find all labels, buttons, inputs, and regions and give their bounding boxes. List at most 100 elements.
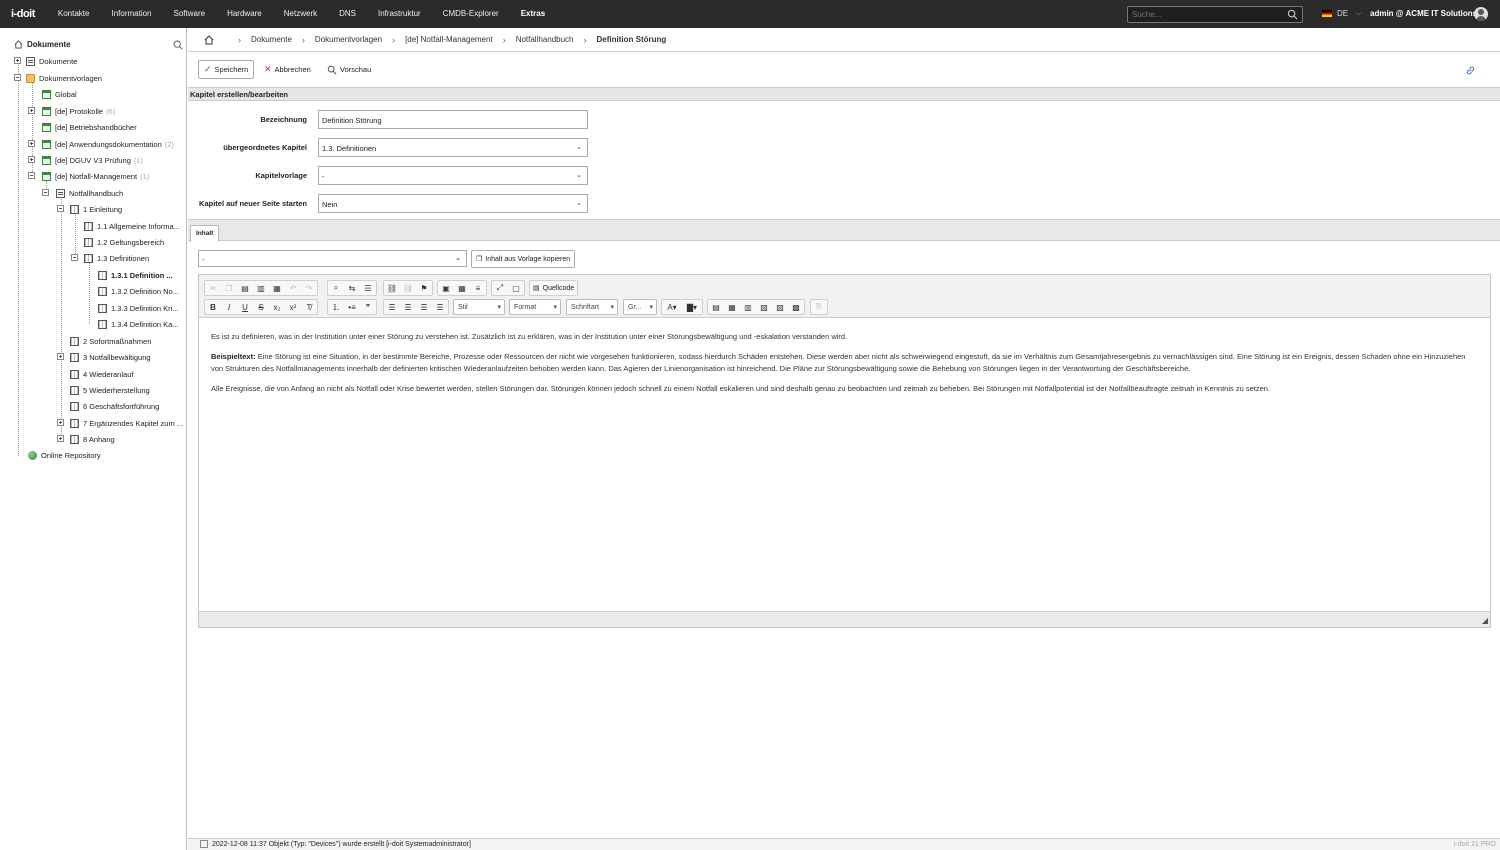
expand-icon[interactable] bbox=[28, 107, 35, 114]
save-button[interactable]: ✓ Speichern bbox=[198, 60, 255, 79]
tree-item-notfallhandbuch[interactable]: Notfallhandbuch bbox=[42, 187, 123, 199]
expand-icon[interactable] bbox=[14, 57, 21, 64]
expand-icon[interactable] bbox=[28, 140, 35, 147]
menu-item-dns[interactable]: DNS bbox=[328, 0, 367, 28]
collapse-icon[interactable] bbox=[57, 205, 64, 212]
menu-item-hardware[interactable]: Hardware bbox=[216, 0, 273, 28]
tree-item-notfallbewaeltigung[interactable]: 3 Notfallbewältigung bbox=[57, 351, 151, 363]
menu-item-kontakte[interactable]: Kontakte bbox=[47, 0, 101, 28]
tree-item-ergaenzendes-kapitel[interactable]: 7 Ergänzendes Kapitel zum ... bbox=[57, 417, 183, 429]
table-icon[interactable]: ▦ bbox=[454, 281, 470, 295]
paste-icon[interactable]: ▤ bbox=[237, 281, 253, 295]
paste-word-icon[interactable]: ▦ bbox=[269, 281, 285, 295]
blockquote-icon[interactable]: ❞ bbox=[360, 300, 376, 314]
tree-item-dokumentvorlagen[interactable]: Dokumentvorlagen bbox=[14, 72, 102, 84]
style-combo[interactable]: Stil bbox=[453, 299, 505, 315]
sidebar-title[interactable]: Dokumente bbox=[14, 40, 71, 49]
bold-icon[interactable]: B bbox=[205, 300, 221, 314]
tree-item-einleitung[interactable]: 1 Einleitung bbox=[57, 203, 122, 215]
insert-field-icon[interactable]: ▤ bbox=[708, 300, 724, 314]
tree-item-1-3-3[interactable]: 1.3.3 Definition Kri... bbox=[98, 302, 179, 314]
tree-item-geschaeftsfortfuehrung[interactable]: 6 Geschäftsfortführung bbox=[70, 400, 159, 412]
menu-item-cmdb-explorer[interactable]: CMDB-Explorer bbox=[432, 0, 510, 28]
image-icon[interactable]: ▣ bbox=[438, 281, 454, 295]
horizontal-line-icon[interactable]: ≡ bbox=[470, 281, 486, 295]
copy-icon[interactable]: ❐ bbox=[221, 281, 237, 295]
search-icon[interactable] bbox=[1287, 9, 1298, 20]
show-blocks-icon[interactable]: ▢ bbox=[508, 281, 524, 295]
superscript-icon[interactable]: x² bbox=[285, 300, 301, 314]
underline-icon[interactable]: U bbox=[237, 300, 253, 314]
unlink-icon[interactable]: ⛓ bbox=[400, 281, 416, 295]
menu-item-software[interactable]: Software bbox=[163, 0, 217, 28]
link-icon[interactable] bbox=[1465, 65, 1476, 76]
remove-format-icon[interactable]: T̸ bbox=[301, 300, 317, 314]
tree-item-1-2[interactable]: 1.2 Geltungsbereich bbox=[84, 236, 164, 248]
tree-item-1-1[interactable]: 1.1 Allgemeine Informa... bbox=[84, 220, 180, 232]
breadcrumb-dokumente[interactable]: Dokumente bbox=[251, 35, 292, 44]
insert-image-field-icon[interactable]: ▨ bbox=[772, 300, 788, 314]
numbered-list-icon[interactable]: ⒈ bbox=[328, 300, 344, 314]
source-code-button[interactable]: ▤ Quellcode bbox=[529, 280, 579, 296]
collapse-icon[interactable] bbox=[71, 254, 78, 261]
tree-item-1-3[interactable]: 1.3 Definitionen bbox=[71, 252, 149, 264]
name-input[interactable]: Definition Störung bbox=[318, 110, 588, 129]
cut-icon[interactable]: ✂ bbox=[205, 281, 221, 295]
anchor-flag-icon[interactable]: ⚑ bbox=[416, 281, 432, 295]
tree-item-sofortmassnahmen[interactable]: 2 Sofortmaßnahmen bbox=[70, 335, 151, 347]
tree-item-online-repository[interactable]: Online Repository bbox=[28, 449, 101, 461]
font-size-combo[interactable]: Gr... bbox=[623, 299, 657, 315]
collapse-icon[interactable] bbox=[14, 74, 21, 81]
preview-button[interactable]: Vorschau bbox=[322, 60, 376, 79]
menu-item-information[interactable]: Information bbox=[100, 0, 162, 28]
expand-icon[interactable] bbox=[57, 435, 64, 442]
breadcrumb-notfall-management[interactable]: [de] Notfall-Management bbox=[405, 35, 493, 44]
spellcheck-icon[interactable]: ☰ bbox=[360, 281, 376, 295]
new-page-select[interactable]: Nein ⌄ bbox=[318, 194, 588, 213]
menu-item-extras[interactable]: Extras bbox=[510, 0, 556, 28]
global-search-input[interactable] bbox=[1128, 7, 1278, 22]
home-icon[interactable] bbox=[204, 34, 214, 45]
menu-item-infrastruktur[interactable]: Infrastruktur bbox=[367, 0, 432, 28]
tree-item-dguv[interactable]: [de] DGUV V3 Prüfung (1) bbox=[28, 154, 143, 166]
parent-chapter-select[interactable]: 1.3. Definitionen ⌄ bbox=[318, 138, 588, 157]
tab-inhalt[interactable]: Inhalt bbox=[190, 225, 220, 242]
insert-table-field-icon[interactable]: ▦ bbox=[724, 300, 740, 314]
page-break-icon[interactable]: ⎘ bbox=[811, 300, 827, 314]
cancel-button[interactable]: ✕ Abbrechen bbox=[259, 60, 316, 79]
redo-icon[interactable]: ↷ bbox=[301, 281, 317, 295]
user-avatar-icon[interactable] bbox=[1474, 7, 1488, 21]
maximize-icon[interactable]: ⤢ bbox=[492, 281, 508, 295]
undo-icon[interactable]: ↶ bbox=[285, 281, 301, 295]
breadcrumb-dokumentvorlagen[interactable]: Dokumentvorlagen bbox=[315, 35, 382, 44]
app-logo[interactable]: i-doit bbox=[0, 8, 47, 20]
tree-item-1-3-1[interactable]: 1.3.1 Definition ... bbox=[98, 269, 173, 281]
editor-content[interactable]: Es ist zu definieren, was in der Institu… bbox=[211, 331, 1471, 403]
user-menu[interactable]: admin @ ACME IT Solutions bbox=[1370, 9, 1477, 18]
replace-icon[interactable]: ⇆ bbox=[344, 281, 360, 295]
tree-item-global[interactable]: Global bbox=[42, 88, 77, 100]
text-color-icon[interactable]: A▾ bbox=[662, 300, 682, 314]
tree-item-anhang[interactable]: 8 Anhang bbox=[57, 433, 115, 445]
strikethrough-icon[interactable]: S bbox=[253, 300, 269, 314]
font-combo[interactable]: Schriftart bbox=[566, 299, 618, 315]
align-left-icon[interactable]: ☰ bbox=[384, 300, 400, 314]
find-icon[interactable]: ⌕ bbox=[328, 281, 344, 295]
background-color-icon[interactable]: ▇▾ bbox=[682, 300, 702, 314]
subscript-icon[interactable]: x₂ bbox=[269, 300, 285, 314]
expand-icon[interactable] bbox=[57, 353, 64, 360]
tree-item-wiederherstellung[interactable]: 5 Wiederherstellung bbox=[70, 384, 150, 396]
content-template-select[interactable]: - ⌄ bbox=[198, 250, 467, 267]
breadcrumb-notfallhandbuch[interactable]: Notfallhandbuch bbox=[516, 35, 574, 44]
insert-report-icon[interactable]: ▧ bbox=[756, 300, 772, 314]
bullet-list-icon[interactable]: •≡ bbox=[344, 300, 360, 314]
justify-icon[interactable]: ☰ bbox=[432, 300, 448, 314]
resize-handle-icon[interactable]: ◢ bbox=[1482, 616, 1488, 625]
tree-item-1-3-2[interactable]: 1.3.2 Definition No... bbox=[98, 285, 179, 297]
italic-icon[interactable]: I bbox=[221, 300, 237, 314]
menu-item-netzwerk[interactable]: Netzwerk bbox=[273, 0, 328, 28]
expand-icon[interactable] bbox=[57, 419, 64, 426]
tree-item-betriebshandbuecher[interactable]: [de] Betriebshandbücher bbox=[42, 121, 137, 133]
link-icon[interactable]: ⛓ bbox=[384, 281, 400, 295]
insert-placeholder-icon[interactable]: ▩ bbox=[788, 300, 804, 314]
